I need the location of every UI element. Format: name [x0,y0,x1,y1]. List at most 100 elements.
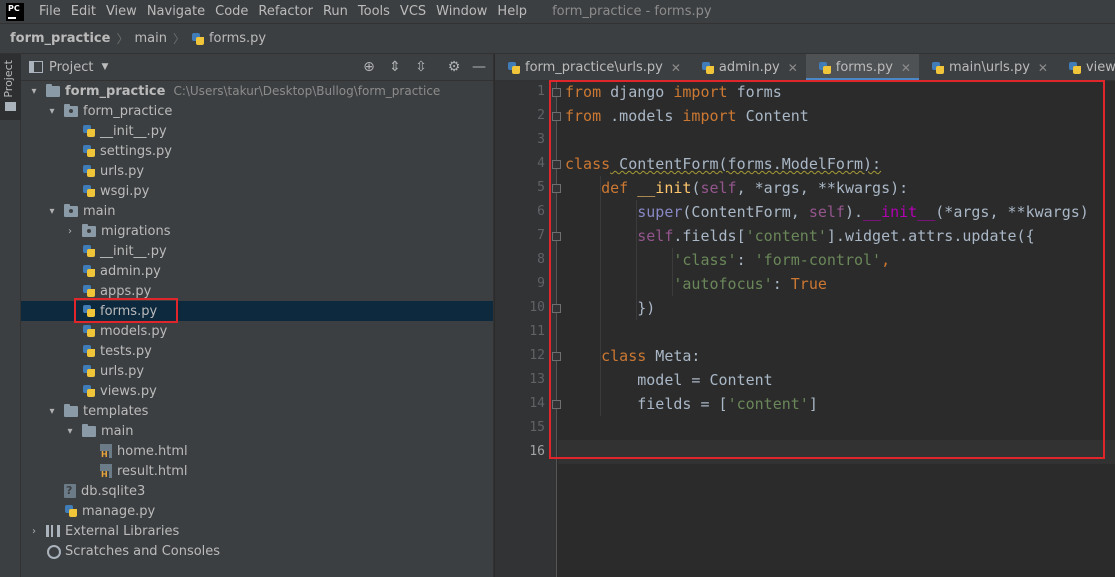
package-folder-icon [82,223,96,237]
close-icon[interactable]: ✕ [1038,61,1048,75]
editor-tab-admin-py[interactable]: admin.py ✕ [689,54,806,80]
python-file-icon [82,164,96,178]
python-file-icon [818,61,832,75]
chevron-right-icon[interactable]: › [28,526,40,537]
tree-item-tests-py[interactable]: tests.py [21,341,493,361]
menu-help[interactable]: Help [492,0,532,23]
menu-navigate[interactable]: Navigate [142,0,210,23]
tree-item-result-html[interactable]: result.html [21,461,493,481]
tree-item-models-py[interactable]: models.py [21,321,493,341]
tree-item-label: main [83,203,116,219]
breadcrumb-file[interactable]: forms.py [209,31,266,46]
locate-icon[interactable]: ⊕ [361,59,377,75]
project-view-icon [29,61,43,73]
python-file-icon [82,264,96,278]
menu-edit[interactable]: Edit [66,0,101,23]
menu-window[interactable]: Window [431,0,492,23]
editor-tab-main-urls-py[interactable]: main\urls.py ✕ [919,54,1056,80]
python-file-icon [507,61,521,75]
close-icon[interactable]: ✕ [901,61,911,75]
editor-tab-views-py[interactable]: views.py✕ [1056,54,1115,80]
menu-file[interactable]: File [34,0,66,23]
package-folder-icon [64,103,78,117]
tree-item-migrations[interactable]: › migrations [21,221,493,241]
tree-item-urls-py[interactable]: urls.py [21,361,493,381]
breadcrumb-project[interactable]: form_practice [10,31,110,46]
html-file-icon [100,464,112,479]
tree-item-label: settings.py [100,143,172,159]
tree-item-main[interactable]: ▾ main [21,421,493,441]
chevron-down-icon[interactable]: ▾ [64,426,76,437]
menu-code[interactable]: Code [210,0,253,23]
tree-item-main[interactable]: ▾ main [21,201,493,221]
tree-item-label: wsgi.py [100,183,150,199]
chevron-down-icon[interactable]: ▾ [28,86,40,97]
menu-view[interactable]: View [101,0,142,23]
python-file-icon [931,61,945,75]
line-number: 11 [529,324,545,339]
minimize-icon[interactable]: — [471,59,487,75]
tree-item-form-practice[interactable]: ▾ form_practice [21,101,493,121]
tree-item-templates[interactable]: ▾ templates [21,401,493,421]
tree-item-views-py[interactable]: views.py [21,381,493,401]
tree-item-path: C:\Users\takur\Desktop\Bullog\form_pract… [173,84,441,98]
tree-item-label: __init__.py [100,243,167,259]
line-number: 9 [537,276,545,291]
tree-item-external-libraries[interactable]: › External Libraries [21,521,493,541]
tree-item-label: views.py [100,383,157,399]
chevron-right-icon[interactable]: › [64,226,76,237]
tree-item-label: manage.py [82,503,156,519]
folder-icon [82,423,96,437]
tree-item-manage-py[interactable]: manage.py [21,501,493,521]
tree-item-settings-py[interactable]: settings.py [21,141,493,161]
tree-item-urls-py[interactable]: urls.py [21,161,493,181]
forms-py-highlight-box [74,298,178,323]
tree-item-form-practice[interactable]: ▾ form_practice C:\Users\takur\Desktop\Bul… [21,81,493,101]
tree-item-init-py[interactable]: __init__.py [21,241,493,261]
gear-icon[interactable]: ⚙ [446,59,462,75]
chevron-down-icon[interactable]: ▾ [46,206,58,217]
tree-item-label: apps.py [100,283,152,299]
tree-item-label: form_practice [83,103,173,119]
tree-item-db-sqlite3[interactable]: db.sqlite3 [21,481,493,501]
line-number: 4 [537,156,545,171]
scratches-icon [46,544,61,559]
project-tool-tab[interactable]: Project [0,54,21,120]
line-number: 3 [537,132,545,147]
editor-tab-forms-py[interactable]: forms.py ✕ [805,54,920,80]
close-icon[interactable]: ✕ [671,61,681,75]
menu-refactor[interactable]: Refactor [253,0,318,23]
python-file-icon [82,384,96,398]
line-number: 14 [529,396,545,411]
editor-tab-form-practice-urls-py[interactable]: form_practice\urls.py ✕ [495,54,689,80]
project-panel-title[interactable]: Project [49,60,93,75]
breadcrumb-folder[interactable]: main [134,31,166,46]
tree-item-wsgi-py[interactable]: wsgi.py [21,181,493,201]
tree-item-scratches-and-consoles[interactable]: Scratches and Consoles [21,541,493,561]
editor-tab-label: views.py [1085,60,1115,75]
tree-item-label: form_practice [65,83,166,99]
line-number: 10 [529,300,545,315]
expand-all-icon[interactable]: ⇕ [387,59,403,75]
line-number: 15 [529,420,545,435]
tree-item-label: admin.py [100,263,161,279]
menu-vcs[interactable]: VCS [395,0,431,23]
tree-item-label: models.py [100,323,168,339]
tree-item-label: result.html [117,463,188,479]
menu-run[interactable]: Run [318,0,353,23]
tree-item-init-py[interactable]: __init__.py [21,121,493,141]
close-icon[interactable]: ✕ [788,61,798,75]
chevron-down-icon[interactable]: ▾ [46,406,58,417]
editor-tab-label: main\urls.py [948,60,1030,75]
caret-down-icon[interactable]: ▼ [101,62,108,72]
python-file-icon [82,324,96,338]
python-file-icon [82,344,96,358]
chevron-down-icon[interactable]: ▾ [46,106,58,117]
python-file-icon [82,144,96,158]
library-icon [46,525,60,537]
menu-tools[interactable]: Tools [353,0,395,23]
tree-item-home-html[interactable]: home.html [21,441,493,461]
collapse-all-icon[interactable]: ⇳ [413,59,429,75]
python-file-icon [82,124,96,138]
tree-item-admin-py[interactable]: admin.py [21,261,493,281]
